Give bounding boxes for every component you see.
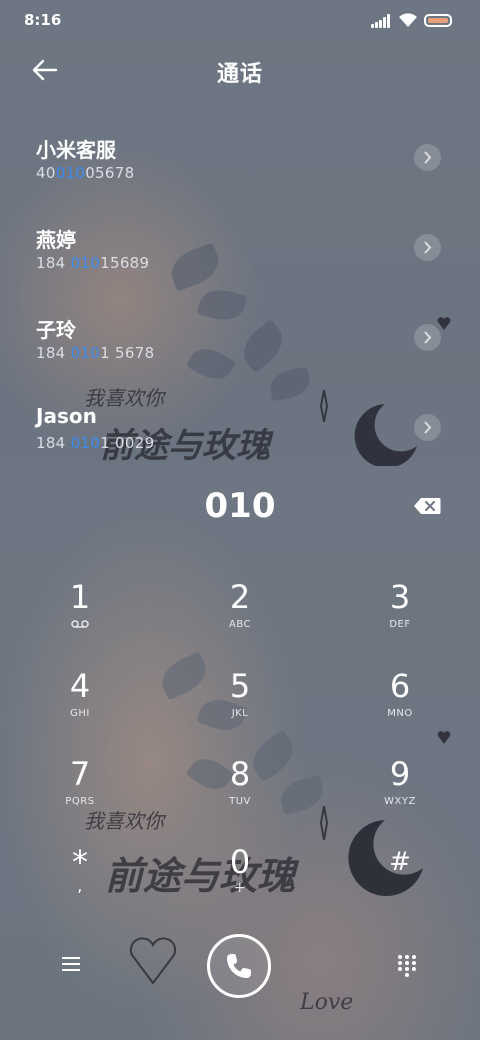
key-letters: WXYZ: [384, 796, 416, 807]
list-item[interactable]: Jason 184 0101 0029: [0, 398, 480, 468]
dialpad-icon[interactable]: [398, 955, 416, 977]
key-1[interactable]: 1: [30, 577, 130, 657]
backspace-icon[interactable]: [413, 497, 441, 515]
key-star[interactable]: * ,: [30, 842, 130, 922]
contact-name: 燕婷: [36, 228, 76, 252]
header: 通话: [0, 48, 480, 92]
contact-number: 184 01015689: [36, 254, 150, 272]
key-digit: 2: [229, 578, 251, 616]
key-digit: 0: [229, 843, 251, 881]
key-0[interactable]: 0 +: [190, 842, 290, 922]
key-digit: #: [389, 847, 411, 877]
status-time: 8:16: [24, 11, 62, 29]
list-item[interactable]: 小米客服 4001005678: [0, 128, 480, 198]
key-digit: 8: [229, 755, 251, 793]
chevron-right-icon: [424, 331, 432, 344]
key-7[interactable]: 7 PQRS: [30, 754, 130, 834]
key-letters: +: [233, 880, 247, 896]
key-digit: 7: [69, 755, 91, 793]
wallpaper-text: Love: [300, 990, 354, 1015]
contact-number: 184 0101 5678: [36, 344, 155, 362]
contact-name: 子玲: [36, 318, 76, 342]
key-letters: JKL: [231, 708, 249, 719]
key-letters: ABC: [228, 619, 251, 630]
voicemail-icon: [30, 619, 130, 633]
key-digit: 6: [389, 667, 411, 705]
key-letters: [350, 884, 450, 898]
wifi-icon: [399, 13, 417, 27]
status-bar: 8:16: [0, 0, 480, 40]
key-letters: ,: [77, 876, 83, 895]
contact-detail-button[interactable]: [414, 144, 441, 171]
key-6[interactable]: 6 MNO: [350, 666, 450, 746]
key-9[interactable]: 9 WXYZ: [350, 754, 450, 834]
key-letters: GHI: [70, 708, 90, 719]
contact-name: Jason: [36, 404, 97, 428]
chevron-right-icon: [424, 241, 432, 254]
key-4[interactable]: 4 GHI: [30, 666, 130, 746]
key-letters: DEF: [389, 619, 411, 630]
heart-icon: [129, 937, 177, 985]
key-letters: TUV: [229, 796, 251, 807]
key-5[interactable]: 5 JKL: [190, 666, 290, 746]
signal-icon: [371, 14, 393, 28]
contact-detail-button[interactable]: [414, 234, 441, 261]
key-letters: MNO: [387, 708, 413, 719]
list-item[interactable]: 子玲 184 0101 5678: [0, 308, 480, 378]
key-digit: 5: [229, 667, 251, 705]
phone-icon: [227, 954, 251, 978]
contact-number: 4001005678: [36, 164, 135, 182]
key-digit: 1: [69, 578, 91, 616]
call-button[interactable]: [207, 934, 271, 998]
key-letters: PQRS: [65, 796, 95, 807]
menu-icon[interactable]: [62, 955, 84, 975]
key-3[interactable]: 3 DEF: [350, 577, 450, 657]
contact-detail-button[interactable]: [414, 324, 441, 351]
battery-icon: [424, 14, 452, 27]
chevron-right-icon: [424, 151, 432, 164]
contact-number: 184 0101 0029: [36, 434, 155, 452]
key-digit: 3: [389, 578, 411, 616]
key-digit: 4: [69, 667, 91, 705]
contact-detail-button[interactable]: [414, 414, 441, 441]
key-8[interactable]: 8 TUV: [190, 754, 290, 834]
contact-name: 小米客服: [36, 138, 116, 162]
chevron-right-icon: [424, 421, 432, 434]
list-item[interactable]: 燕婷 184 01015689: [0, 218, 480, 288]
sparkle-icon: [319, 806, 329, 840]
key-2[interactable]: 2 ABC: [190, 577, 290, 657]
dialed-number: 010: [204, 486, 276, 526]
key-hash[interactable]: #: [350, 842, 450, 922]
page-title: 通话: [216, 62, 263, 87]
key-digit: 9: [389, 755, 411, 793]
